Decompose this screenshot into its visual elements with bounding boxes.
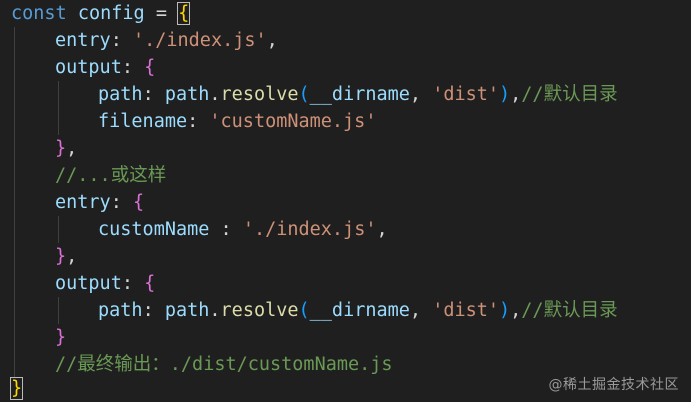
comma: ,: [376, 219, 388, 240]
indent-guide-level2-output2: [58, 297, 59, 324]
line-comment: //最终输出：./dist/customName.js: [55, 354, 393, 375]
object-path: path: [164, 300, 210, 321]
colon: :: [121, 57, 133, 78]
code-line-13: }: [55, 324, 66, 351]
code-line-11: output: {: [55, 270, 155, 297]
keyword-const: const: [11, 3, 67, 24]
indent-guide-level2-entry: [58, 216, 59, 243]
string-value: 'customName.js': [209, 111, 377, 132]
string-value: 'dist': [432, 300, 500, 321]
colon: :: [187, 111, 199, 132]
code-line-3: output: {: [55, 54, 155, 81]
open-paren-level3: (: [298, 84, 310, 105]
indent-guide-level2-output1: [58, 81, 59, 135]
string-value: 'dist': [432, 84, 500, 105]
colon: :: [110, 192, 122, 213]
code-line-1: const config = {: [11, 0, 191, 27]
code-line-8: entry: {: [55, 189, 144, 216]
close-paren-level3: ): [499, 84, 511, 105]
comma: ,: [66, 246, 78, 267]
property-key: output: [55, 57, 122, 78]
separator: ,: [409, 84, 422, 105]
close-brace-level2: }: [55, 138, 67, 159]
object-path: path: [164, 84, 210, 105]
indent-guide-level1: [14, 27, 15, 378]
open-brace-level2: {: [144, 57, 156, 78]
property-key: filename: [98, 111, 188, 132]
comma: ,: [66, 138, 78, 159]
code-line-6: },: [55, 135, 77, 162]
line-comment: //默认目录: [521, 84, 618, 105]
close-brace-level2: }: [55, 246, 67, 267]
property-key: output: [55, 273, 122, 294]
string-value: './index.js': [242, 219, 377, 240]
argument-dirname: __dirname: [309, 300, 410, 321]
property-key: entry: [55, 192, 111, 213]
colon: :: [110, 30, 122, 51]
function-resolve: resolve: [220, 300, 299, 321]
function-resolve: resolve: [220, 84, 299, 105]
code-line-10: },: [55, 243, 77, 270]
property-key: path: [98, 84, 143, 105]
colon: :: [142, 84, 154, 105]
property-key: path: [98, 300, 143, 321]
variable-config: config: [77, 3, 145, 24]
open-brace-level2: {: [132, 192, 145, 213]
close-paren-level3: ): [499, 300, 511, 321]
code-line-2: entry: './index.js',: [55, 27, 278, 54]
code-line-9: customName : './index.js',: [98, 216, 388, 243]
code-line-5: filename: 'customName.js': [98, 108, 376, 135]
colon: :: [209, 219, 232, 240]
open-brace-level1: {: [177, 2, 191, 25]
close-brace-level1: }: [9, 377, 24, 400]
line-comment: //默认目录: [521, 300, 618, 321]
colon: :: [142, 300, 154, 321]
colon: :: [121, 273, 133, 294]
dot: .: [209, 300, 221, 321]
separator: ,: [409, 300, 422, 321]
code-line-14: //最终输出：./dist/customName.js: [55, 351, 393, 378]
watermark: @稀土掘金技术社区: [548, 377, 679, 393]
open-paren-level3: (: [298, 300, 310, 321]
open-brace-level2: {: [144, 273, 156, 294]
code-editor[interactable]: const config = { entry: './index.js', ou…: [0, 0, 691, 402]
comma: ,: [266, 30, 278, 51]
line-comment: //...或这样: [55, 165, 167, 186]
property-key: customName: [98, 219, 210, 240]
string-value: './index.js': [132, 30, 267, 51]
operator-equals: =: [155, 3, 167, 24]
comma: ,: [510, 300, 522, 321]
code-line-4: path: path.resolve(__dirname, 'dist'),//…: [98, 81, 618, 108]
code-line-7: //...或这样: [55, 162, 166, 189]
argument-dirname: __dirname: [309, 84, 410, 105]
dot: .: [209, 84, 221, 105]
property-key: entry: [55, 30, 111, 51]
comma: ,: [510, 84, 522, 105]
close-brace-level2: }: [55, 327, 67, 348]
code-line-12: path: path.resolve(__dirname, 'dist'),//…: [98, 297, 618, 324]
code-line-15: }: [9, 375, 24, 402]
